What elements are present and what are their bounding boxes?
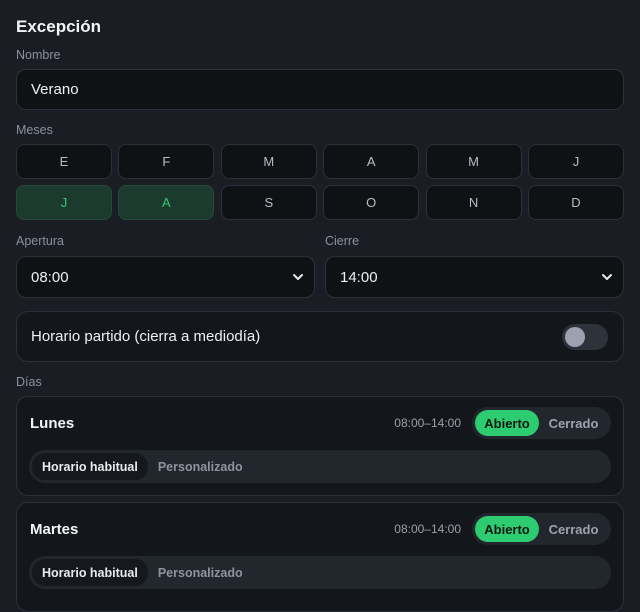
section-title: Excepción	[16, 17, 102, 36]
split-schedule-label: Horario partido (cierra a mediodía)	[31, 328, 261, 345]
schedule-mode-toggle: Horario habitual Personalizado	[29, 556, 611, 589]
month-button[interactable]: F	[118, 144, 215, 179]
toggle-knob	[565, 327, 585, 347]
usual-schedule-button[interactable]: Horario habitual	[32, 453, 148, 480]
split-schedule-toggle[interactable]	[562, 324, 608, 350]
day-hours: 08:00–14:00	[394, 522, 461, 536]
day-hours: 08:00–14:00	[394, 416, 461, 430]
split-schedule-row: Horario partido (cierra a mediodía)	[16, 311, 624, 362]
month-button[interactable]: E	[16, 144, 112, 179]
custom-schedule-button[interactable]: Personalizado	[148, 559, 253, 586]
usual-schedule-button[interactable]: Horario habitual	[32, 559, 148, 586]
month-button[interactable]: N	[425, 185, 522, 220]
chevron-down-icon	[602, 274, 612, 280]
closed-button[interactable]: Cerrado	[539, 410, 608, 436]
closing-value: 14:00	[340, 268, 378, 286]
name-input[interactable]: Verano	[16, 69, 624, 110]
day-name: Lunes	[30, 415, 75, 432]
open-button[interactable]: Abierto	[475, 516, 539, 542]
month-button[interactable]: M	[220, 144, 317, 179]
closed-button[interactable]: Cerrado	[539, 516, 608, 542]
name-value: Verano	[31, 81, 79, 98]
month-button[interactable]: M	[425, 144, 522, 179]
status-toggle: Abierto Cerrado	[472, 513, 611, 545]
month-button[interactable]: S	[220, 185, 317, 220]
month-button[interactable]: A	[118, 185, 215, 220]
status-toggle: Abierto Cerrado	[472, 407, 611, 439]
month-button[interactable]: D	[527, 185, 624, 220]
month-button[interactable]: O	[323, 185, 420, 220]
month-button[interactable]: J	[16, 185, 112, 220]
month-button[interactable]: J	[527, 144, 624, 179]
closing-select[interactable]: 14:00	[325, 256, 624, 298]
opening-label: Apertura	[16, 234, 64, 248]
months-label: Meses	[16, 123, 53, 137]
name-label: Nombre	[16, 48, 61, 62]
day-name: Martes	[30, 521, 79, 538]
schedule-mode-toggle: Horario habitual Personalizado	[29, 450, 611, 483]
day-card-martes: Martes 08:00–14:00 Abierto Cerrado Horar…	[16, 502, 624, 612]
closing-label: Cierre	[325, 234, 360, 248]
day-card-lunes: Lunes 08:00–14:00 Abierto Cerrado Horari…	[16, 396, 624, 496]
month-button[interactable]: A	[323, 144, 420, 179]
months-grid: EFMAMJJASOND	[16, 144, 624, 220]
open-button[interactable]: Abierto	[475, 410, 539, 436]
opening-select[interactable]: 08:00	[16, 256, 315, 298]
days-label: Días	[16, 375, 42, 389]
custom-schedule-button[interactable]: Personalizado	[148, 453, 253, 480]
opening-value: 08:00	[31, 268, 69, 286]
chevron-down-icon	[293, 274, 303, 280]
